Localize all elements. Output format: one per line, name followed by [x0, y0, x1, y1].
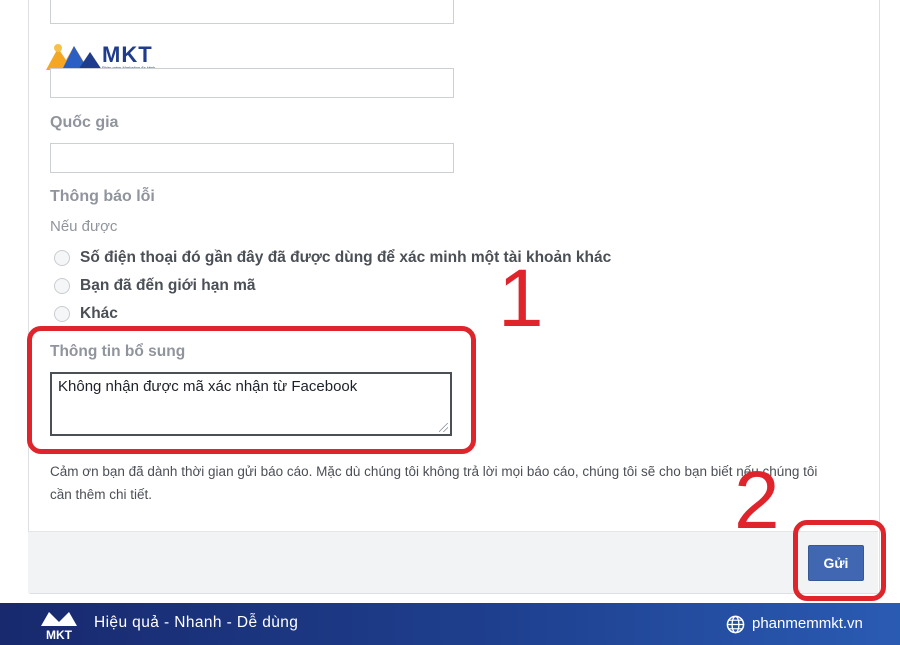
brand-banner: MKT Hiệu quả - Nhanh - Dễ dùng phanmemmk… — [0, 603, 900, 645]
highlight-extra-info — [27, 326, 476, 454]
previous-field-input[interactable] — [50, 0, 454, 24]
error-label: Thông báo lỗi — [50, 188, 155, 205]
globe-icon — [726, 615, 745, 634]
thank-you-note: Cảm ơn bạn đã dành thời gian gửi báo cáo… — [50, 464, 818, 502]
step-number-2: 2 — [734, 455, 780, 546]
if-applicable-label: Nếu được — [50, 218, 118, 235]
radio-button[interactable] — [54, 250, 70, 266]
city-input[interactable] — [50, 68, 454, 98]
option-other[interactable]: Khác — [54, 304, 118, 324]
highlight-submit — [793, 520, 886, 601]
country-input[interactable] — [50, 143, 454, 173]
svg-text:MKT: MKT — [46, 628, 73, 642]
option-code-limit[interactable]: Bạn đã đến giới hạn mã — [54, 276, 256, 296]
step-number-1: 1 — [498, 253, 544, 344]
website-link[interactable]: phanmemmkt.vn — [752, 615, 863, 632]
radio-button[interactable] — [54, 278, 70, 294]
mkt-logo-icon — [46, 44, 102, 70]
brand-slogan: Hiệu quả - Nhanh - Dễ dùng — [94, 614, 299, 631]
option-label: Bạn đã đến giới hạn mã — [80, 277, 256, 294]
radio-button[interactable] — [54, 306, 70, 322]
country-label: Quốc gia — [50, 114, 119, 131]
option-label: Khác — [80, 305, 118, 322]
mkt-white-logo-icon: MKT — [41, 612, 77, 642]
